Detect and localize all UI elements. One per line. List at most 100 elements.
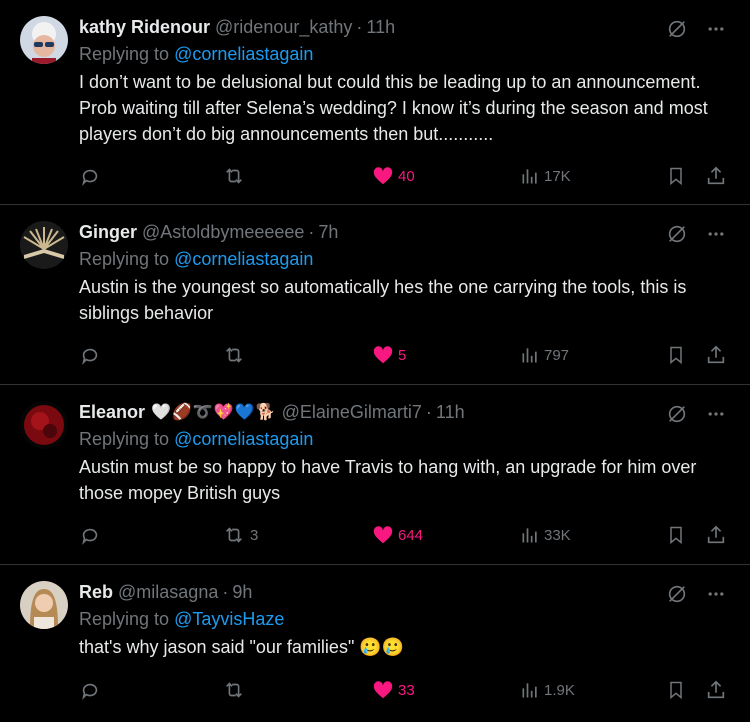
bookmark-icon xyxy=(670,526,682,545)
retweet-button[interactable] xyxy=(222,165,250,187)
avatar[interactable] xyxy=(20,16,68,64)
view-count: 797 xyxy=(544,346,570,364)
timestamp[interactable]: 11h xyxy=(436,402,465,423)
reply-context: Replying to @corneliastagain xyxy=(79,247,734,271)
mention-link[interactable]: @corneliastagain xyxy=(174,249,313,269)
like-button[interactable]: 644 xyxy=(372,524,423,546)
like-button[interactable]: 33 xyxy=(372,679,415,701)
analytics-icon xyxy=(522,169,537,184)
more-options-icon[interactable] xyxy=(706,224,726,244)
like-count: 40 xyxy=(398,167,415,185)
action-bar: 40 17K xyxy=(79,164,730,188)
reply-icon xyxy=(82,528,98,545)
tweet[interactable]: Ginger @Astoldbymeeeeee · 7h Replying to… xyxy=(0,205,750,385)
heart-icon xyxy=(373,167,393,185)
reply-button[interactable] xyxy=(79,524,105,546)
separator-dot: · xyxy=(425,401,432,422)
tweet-text: Austin is the youngest so automatically … xyxy=(79,277,687,323)
tweet-text: Austin must be so happy to have Travis t… xyxy=(79,457,697,503)
mention-link[interactable]: @corneliastagain xyxy=(174,429,313,449)
retweet-icon xyxy=(226,347,242,363)
tweet[interactable]: Reb @milasagna · 9h Replying to @TayvisH… xyxy=(0,565,750,722)
grok-icon[interactable] xyxy=(666,18,688,40)
grok-icon[interactable] xyxy=(666,223,688,245)
heart-icon xyxy=(373,681,393,699)
retweet-icon xyxy=(226,682,242,698)
reply-context: Replying to @corneliastagain xyxy=(79,42,734,66)
display-name[interactable]: kathy Ridenour xyxy=(79,17,210,38)
share-button[interactable] xyxy=(705,165,727,187)
share-icon xyxy=(707,166,725,185)
share-button[interactable] xyxy=(705,524,727,546)
user-handle[interactable]: @ElaineGilmarti7 xyxy=(282,402,422,423)
avatar[interactable] xyxy=(20,221,68,269)
user-handle[interactable]: @ridenour_kathy xyxy=(215,17,352,38)
tweet[interactable]: Eleanor 🤍🏈➰💖💙🐕 @ElaineGilmarti7 · 11h Re… xyxy=(0,385,750,565)
bookmark-button[interactable] xyxy=(666,165,686,187)
share-icon xyxy=(707,345,725,364)
separator-dot: · xyxy=(356,16,363,37)
share-button[interactable] xyxy=(705,679,727,701)
retweet-button[interactable] xyxy=(222,344,250,366)
like-button[interactable]: 5 xyxy=(372,344,406,366)
display-name[interactable]: Eleanor xyxy=(79,402,145,423)
share-button[interactable] xyxy=(705,344,727,366)
action-bar: 3 644 33K xyxy=(79,523,730,547)
timestamp[interactable]: 11h xyxy=(366,17,395,38)
reply-icon xyxy=(82,683,98,700)
display-name[interactable]: Reb xyxy=(79,582,113,603)
avatar[interactable] xyxy=(20,401,68,449)
views-button[interactable]: 797 xyxy=(520,345,569,365)
reply-context: Replying to @TayvisHaze xyxy=(79,607,734,631)
mention-link[interactable]: @corneliastagain xyxy=(174,44,313,64)
action-bar: 33 1.9K xyxy=(79,678,730,702)
heart-icon xyxy=(373,526,393,544)
separator-dot: · xyxy=(308,221,315,242)
reply-button[interactable] xyxy=(79,679,105,701)
bookmark-icon xyxy=(670,167,682,186)
separator-dot: · xyxy=(222,581,229,602)
bookmark-button[interactable] xyxy=(666,524,686,546)
views-button[interactable]: 1.9K xyxy=(520,680,575,700)
share-icon xyxy=(707,680,725,699)
grok-icon[interactable] xyxy=(666,403,688,425)
view-count: 1.9K xyxy=(544,681,575,699)
like-button[interactable]: 40 xyxy=(372,165,415,187)
reply-icon xyxy=(82,348,98,365)
replying-to-label: Replying to xyxy=(79,429,170,449)
view-count: 33K xyxy=(544,526,571,544)
display-name[interactable]: Ginger xyxy=(79,222,137,243)
timestamp[interactable]: 7h xyxy=(318,222,338,243)
action-bar: 5 797 xyxy=(79,343,730,367)
reply-button[interactable] xyxy=(79,165,105,187)
analytics-icon xyxy=(522,528,537,543)
user-handle[interactable]: @Astoldbymeeeeee xyxy=(142,222,304,243)
views-button[interactable]: 17K xyxy=(520,166,571,186)
bookmark-button[interactable] xyxy=(666,344,686,366)
tweet[interactable]: kathy Ridenour @ridenour_kathy · 11h Rep… xyxy=(0,0,750,205)
retweet-button[interactable] xyxy=(222,679,250,701)
bookmark-button[interactable] xyxy=(666,679,686,701)
analytics-icon xyxy=(522,348,537,363)
timestamp[interactable]: 9h xyxy=(232,582,252,603)
more-options-icon[interactable] xyxy=(706,584,726,604)
replying-to-label: Replying to xyxy=(79,609,170,629)
analytics-icon xyxy=(522,683,537,698)
share-icon xyxy=(707,525,725,544)
view-count: 17K xyxy=(544,167,571,185)
more-options-icon[interactable] xyxy=(706,19,726,39)
mention-link[interactable]: @TayvisHaze xyxy=(174,609,284,629)
more-options-icon[interactable] xyxy=(706,404,726,424)
user-handle[interactable]: @milasagna xyxy=(118,582,218,603)
reply-context: Replying to @corneliastagain xyxy=(79,427,734,451)
heart-icon xyxy=(373,346,393,364)
retweet-icon xyxy=(226,168,242,184)
retweet-button[interactable]: 3 xyxy=(222,524,258,546)
reply-button[interactable] xyxy=(79,344,105,366)
bookmark-icon xyxy=(670,346,682,365)
grok-icon[interactable] xyxy=(666,583,688,605)
replying-to-label: Replying to xyxy=(79,249,170,269)
tweet-text: I don’t want to be delusional but could … xyxy=(79,72,708,144)
views-button[interactable]: 33K xyxy=(520,525,571,545)
avatar[interactable] xyxy=(20,581,68,629)
